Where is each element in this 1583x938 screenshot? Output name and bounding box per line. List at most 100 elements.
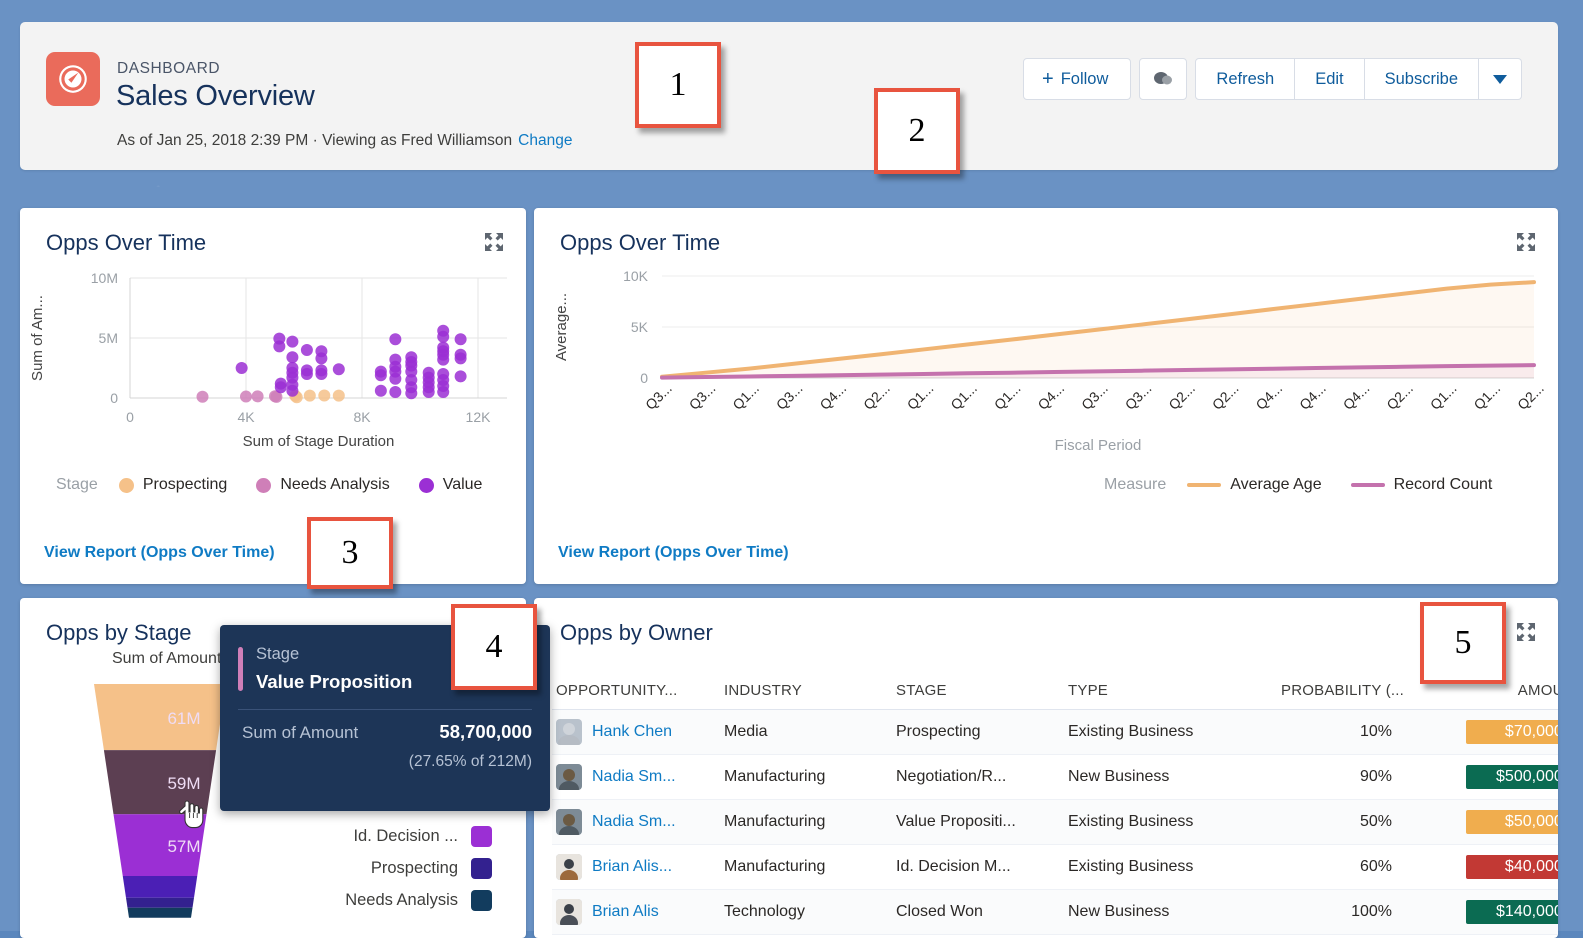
x-axis-tick: Q4... (816, 380, 849, 413)
x-axis-tick: Q1... (991, 380, 1024, 413)
scatter-point (303, 389, 316, 402)
legend-swatch (1187, 483, 1222, 487)
scatter-point (286, 335, 299, 348)
legend-item[interactable]: Needs Analysis (256, 476, 390, 494)
table-cell-type: Existing Business (1064, 709, 1242, 755)
refresh-button[interactable]: Refresh (1195, 58, 1296, 100)
scatter-point (315, 368, 328, 380)
chatter-button[interactable] (1139, 58, 1188, 100)
x-axis-tick: Q2... (1383, 380, 1416, 413)
legend-label: Needs Analysis (280, 476, 390, 493)
legend-item[interactable]: Prospecting (118, 476, 227, 494)
follow-button[interactable]: + Follow (1023, 58, 1132, 100)
scatter-point (286, 384, 299, 397)
legend-item[interactable]: Prospecting (371, 858, 492, 879)
legend-item[interactable]: Value (418, 476, 482, 494)
table-cell-amount: $500,000.00 (1420, 754, 1558, 800)
legend-label: Id. Decision ... (353, 827, 458, 845)
legend-item[interactable]: Id. Decision ... (353, 826, 492, 847)
x-axis-title: Fiscal Period (1055, 437, 1142, 454)
table-row[interactable]: Brian Alis Technology Closed Won New Busine… (552, 889, 1558, 935)
table-column-header[interactable]: TYPE (1064, 674, 1242, 710)
widget-title: Opps by Owner (560, 620, 713, 645)
expand-icon[interactable] (1516, 232, 1536, 252)
scatter-point (196, 390, 209, 403)
table-row[interactable]: Hank Chen Media Prospecting Existing Busine… (552, 709, 1558, 755)
y-axis-tick: 5M (99, 330, 118, 346)
table-cell-probability: 100% (1242, 889, 1420, 935)
scatter-point (300, 344, 313, 356)
view-report-link-scatter[interactable]: View Report (Opps Over Time) (44, 544, 275, 562)
scatter-point (318, 389, 331, 402)
legend-label: Prospecting (370, 859, 458, 877)
x-axis-tick: Q1... (1427, 380, 1460, 413)
scatter-point (286, 351, 299, 364)
tooltip-key-label: Stage (256, 645, 300, 663)
table-cell-owner: Hank Chen (552, 709, 720, 755)
y-axis-tick: 0 (640, 370, 648, 386)
x-axis-tick: 12K (466, 409, 492, 425)
legend-swatch (118, 477, 134, 493)
scatter-point (300, 368, 313, 380)
table-row[interactable]: Nadia Sm... Manufacturing Value Propositi.… (552, 799, 1558, 845)
tooltip-percent: (27.65% of 212M) (408, 753, 532, 770)
funnel-segment-label: 61M (167, 709, 200, 728)
owner-link[interactable]: Nadia Sm... (592, 813, 676, 831)
avatar (556, 809, 582, 835)
table-column-header[interactable]: INDUSTRY (720, 674, 892, 710)
more-actions-button[interactable] (1479, 58, 1522, 100)
table-cell-industry: Manufacturing (720, 799, 892, 845)
owner-link[interactable]: Nadia Sm... (592, 768, 676, 786)
header-actions: + Follow Refresh Edit Subscribe (1023, 58, 1522, 100)
legend-item[interactable]: Needs Analysis (345, 890, 492, 911)
mouse-cursor-pointer-icon (179, 800, 204, 829)
tooltip-measure-label: Sum of Amount (242, 723, 359, 742)
x-axis-tick: Q4... (1252, 380, 1285, 413)
line-legend: Measure Average Age Record Count (1104, 476, 1512, 494)
expand-icon[interactable] (484, 232, 504, 252)
table-cell-owner: Nadia Sm... (552, 799, 720, 845)
owner-link[interactable]: Brian Alis... (592, 858, 672, 876)
owner-link[interactable]: Hank Chen (592, 723, 672, 741)
table-column-header[interactable]: STAGE (892, 674, 1064, 710)
table-row[interactable]: Brian Alis... Manufacturing Id. Decision M… (552, 844, 1558, 890)
funnel-segment (126, 897, 194, 908)
edit-button[interactable]: Edit (1295, 58, 1365, 100)
scatter-point (454, 352, 467, 365)
chatter-icon (1154, 72, 1173, 85)
x-axis-tick: Q3... (773, 380, 806, 413)
x-axis-tick: Q1... (729, 380, 762, 413)
scatter-point (437, 386, 450, 398)
legend-item[interactable]: Record Count (1350, 476, 1492, 494)
x-axis-tick: Q4... (1034, 380, 1067, 413)
dashboard-meta: As of Jan 25, 2018 2:39 PM · Viewing as … (117, 132, 572, 150)
table-row[interactable]: Nadia Sm... Manufacturing Negotiation/R...… (552, 754, 1558, 800)
legend-item[interactable]: Average Age (1187, 476, 1322, 494)
scatter-point (454, 370, 467, 383)
scatter-point (437, 330, 450, 343)
x-axis-tick: Q1... (1470, 380, 1503, 413)
header-button-group: Refresh Edit Subscribe (1195, 58, 1522, 100)
funnel-segment-label: 59M (167, 774, 200, 793)
funnel-segment-label: 57M (167, 837, 200, 856)
tooltip-divider (238, 709, 532, 710)
table-cell-industry: Manufacturing (720, 754, 892, 800)
expand-icon[interactable] (1516, 622, 1536, 642)
widget-title: Opps Over Time (46, 230, 207, 255)
avatar (556, 719, 582, 745)
widget-title: Opps Over Time (560, 230, 721, 255)
legend-swatch (471, 826, 492, 847)
table-column-header[interactable]: PROBABILITY (... (1242, 674, 1420, 710)
scatter-point (332, 389, 345, 402)
amount-badge: $40,000.00 (1466, 855, 1558, 879)
change-viewing-user-link[interactable]: Change (518, 132, 572, 149)
subscribe-button[interactable]: Subscribe (1364, 58, 1479, 100)
avatar (556, 764, 582, 790)
callout-5: 5 (1420, 602, 1506, 684)
dashboard-header: DASHBOARD Sales Overview As of Jan 25, 2… (20, 22, 1558, 170)
view-report-link-line[interactable]: View Report (Opps Over Time) (558, 544, 789, 562)
table-column-header[interactable]: OPPORTUNITY... (552, 674, 720, 710)
dashboard-eyebrow: DASHBOARD (117, 60, 221, 77)
legend-label: Needs Analysis (345, 891, 458, 909)
owner-link[interactable]: Brian Alis (592, 903, 659, 921)
